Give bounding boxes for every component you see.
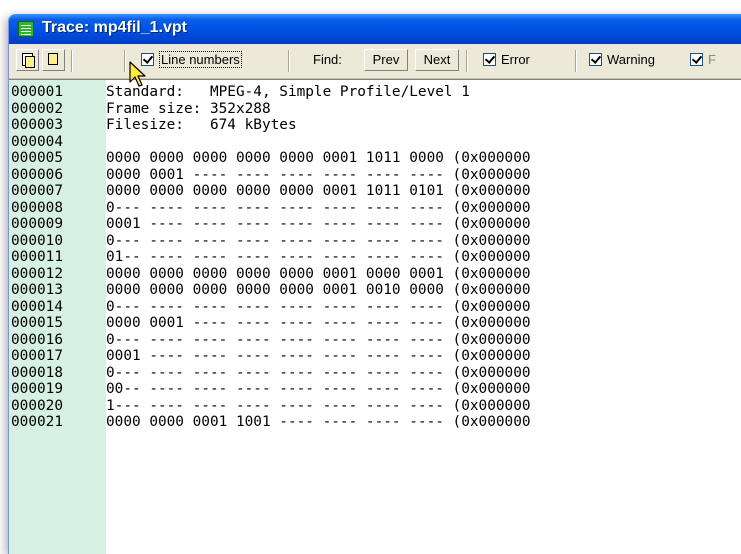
- line-number: 000003: [11, 117, 63, 133]
- trace-line[interactable]: 000008 0--- ---- ---- ---- ---- ---- ----…: [11, 200, 531, 217]
- trace-line[interactable]: 000020 1--- ---- ---- ---- ---- ---- ----…: [11, 398, 531, 415]
- line-number: 000002: [11, 100, 63, 117]
- line-text: 0000 0000 0000 0000 0000 0001 0000 0001 …: [106, 265, 531, 282]
- next-button[interactable]: Next: [415, 49, 459, 71]
- trace-line[interactable]: 000003 Filesize: 674 kBytes: [11, 117, 531, 134]
- copy-icon-overlay: [25, 56, 35, 68]
- trace-content[interactable]: 000001 Standard: MPEG-4, Simple Profile/L…: [9, 79, 741, 554]
- line-number: 000016: [11, 331, 63, 348]
- prev-button[interactable]: Prev: [364, 49, 408, 71]
- line-number: 000011: [11, 249, 63, 265]
- trace-line[interactable]: 000005 0000 0000 0000 0000 0000 0001 1011…: [11, 150, 531, 167]
- trace-line[interactable]: 000018 0--- ---- ---- ---- ---- ---- ----…: [11, 365, 531, 382]
- trace-line[interactable]: 000009 0001 ---- ---- ---- ---- ---- ----…: [11, 216, 531, 233]
- title-bar[interactable]: Trace: mp4fil_1.vpt: [9, 14, 741, 44]
- line-text: 0--- ---- ---- ---- ---- ---- ---- ---- …: [106, 199, 531, 216]
- window-title: Trace: mp4fil_1.vpt: [42, 19, 187, 36]
- warning-label[interactable]: Warning: [607, 52, 655, 67]
- paste-icon: [48, 53, 58, 65]
- trace-line[interactable]: 000019 00-- ---- ---- ---- ---- ---- ----…: [11, 381, 531, 398]
- line-number: 000013: [11, 282, 63, 298]
- line-text: 0000 0000 0000 0000 0000 0001 1011 0101 …: [106, 183, 531, 199]
- line-number: 000018: [11, 364, 63, 381]
- toolbar-separator: [124, 50, 126, 72]
- trace-window: Trace: mp4fil_1.vpt Line numbers Find: P…: [8, 14, 741, 554]
- paste-button[interactable]: [42, 49, 65, 71]
- toolbar-separator: [466, 50, 468, 72]
- trace-line[interactable]: 000013 0000 0000 0000 0000 0000 0001 0010…: [11, 282, 531, 299]
- warning-checkbox[interactable]: [589, 53, 602, 66]
- line-text: 0000 0000 0000 0000 0000 0001 1011 0000 …: [106, 150, 531, 166]
- line-number: 000012: [11, 265, 63, 282]
- line-number: 000001: [11, 84, 63, 100]
- trace-line[interactable]: 000004: [11, 134, 531, 151]
- line-text: 0000 0001 ---- ---- ---- ---- ---- ---- …: [106, 166, 531, 183]
- line-number: 000019: [11, 381, 63, 397]
- line-text: 01-- ---- ---- ---- ---- ---- ---- ---- …: [106, 249, 531, 265]
- trace-line[interactable]: 000006 0000 0001 ---- ---- ---- ---- ----…: [11, 167, 531, 184]
- trace-line[interactable]: 000014 0--- ---- ---- ---- ---- ---- ----…: [11, 299, 531, 316]
- line-number: 000006: [11, 166, 63, 183]
- copy-button[interactable]: [16, 49, 39, 71]
- line-number: 000009: [11, 216, 63, 232]
- line-number: 000020: [11, 397, 63, 414]
- line-text: 0001 ---- ---- ---- ---- ---- ---- ---- …: [106, 348, 531, 364]
- trace-window-icon: [18, 21, 34, 37]
- trace-line[interactable]: 000011 01-- ---- ---- ---- ---- ---- ----…: [11, 249, 531, 266]
- line-text: 0000 0000 0001 1001 ---- ---- ---- ---- …: [106, 414, 531, 430]
- line-number: 000008: [11, 199, 63, 216]
- line-text: Standard: MPEG-4, Simple Profile/Level 1: [106, 84, 470, 100]
- line-number: 000017: [11, 348, 63, 364]
- error-label[interactable]: Error: [501, 52, 530, 67]
- trace-line[interactable]: 000016 0--- ---- ---- ---- ---- ---- ----…: [11, 332, 531, 349]
- line-text: 0000 0000 0000 0000 0000 0001 0010 0000 …: [106, 282, 531, 298]
- line-text: 1--- ---- ---- ---- ---- ---- ---- ---- …: [106, 397, 531, 414]
- line-text: 0000 0001 ---- ---- ---- ---- ---- ---- …: [106, 315, 531, 331]
- trace-line[interactable]: 000017 0001 ---- ---- ---- ---- ---- ----…: [11, 348, 531, 365]
- trace-line[interactable]: 000010 0--- ---- ---- ---- ---- ---- ----…: [11, 233, 531, 250]
- find-label: Find:: [313, 52, 342, 67]
- line-number: 000005: [11, 150, 63, 166]
- line-text: 0--- ---- ---- ---- ---- ---- ---- ---- …: [106, 232, 531, 249]
- mouse-pointer-icon: [129, 61, 146, 87]
- error-checkbox[interactable]: [483, 53, 496, 66]
- line-number: 000015: [11, 315, 63, 331]
- line-number: 000007: [11, 183, 63, 199]
- line-number: 000014: [11, 298, 63, 315]
- line-text: 0--- ---- ---- ---- ---- ---- ---- ---- …: [106, 298, 531, 315]
- trace-line[interactable]: 000012 0000 0000 0000 0000 0000 0001 0000…: [11, 266, 531, 283]
- line-text: Filesize: 674 kBytes: [106, 117, 297, 133]
- trace-line[interactable]: 000002 Frame size: 352x288: [11, 101, 531, 118]
- toolbar-separator: [71, 50, 73, 72]
- line-number: 000021: [11, 414, 63, 430]
- trace-line[interactable]: 000021 0000 0000 0001 1001 ---- ---- ----…: [11, 414, 531, 431]
- trace-line[interactable]: 000007 0000 0000 0000 0000 0000 0001 1011…: [11, 183, 531, 200]
- line-text: Frame size: 352x288: [106, 100, 271, 117]
- line-text: 00-- ---- ---- ---- ---- ---- ---- ---- …: [106, 381, 531, 397]
- trace-line[interactable]: 000015 0000 0001 ---- ---- ---- ---- ----…: [11, 315, 531, 332]
- line-text: 0--- ---- ---- ---- ---- ---- ---- ---- …: [106, 364, 531, 381]
- line-number: 000004: [11, 133, 63, 150]
- line-numbers-label[interactable]: Line numbers: [159, 51, 242, 68]
- trailing-checkbox-label[interactable]: F: [708, 52, 716, 67]
- trace-line[interactable]: 000001 Standard: MPEG-4, Simple Profile/L…: [11, 84, 531, 101]
- line-number: 000010: [11, 232, 63, 249]
- trailing-checkbox[interactable]: [690, 53, 703, 66]
- toolbar: Line numbers Find: Prev Next Error Warni…: [9, 44, 741, 79]
- line-text: 0001 ---- ---- ---- ---- ---- ---- ---- …: [106, 216, 531, 232]
- trace-lines: 000001 Standard: MPEG-4, Simple Profile/L…: [11, 84, 531, 431]
- line-text: 0--- ---- ---- ---- ---- ---- ---- ---- …: [106, 331, 531, 348]
- toolbar-separator: [575, 50, 577, 72]
- toolbar-separator: [288, 50, 290, 72]
